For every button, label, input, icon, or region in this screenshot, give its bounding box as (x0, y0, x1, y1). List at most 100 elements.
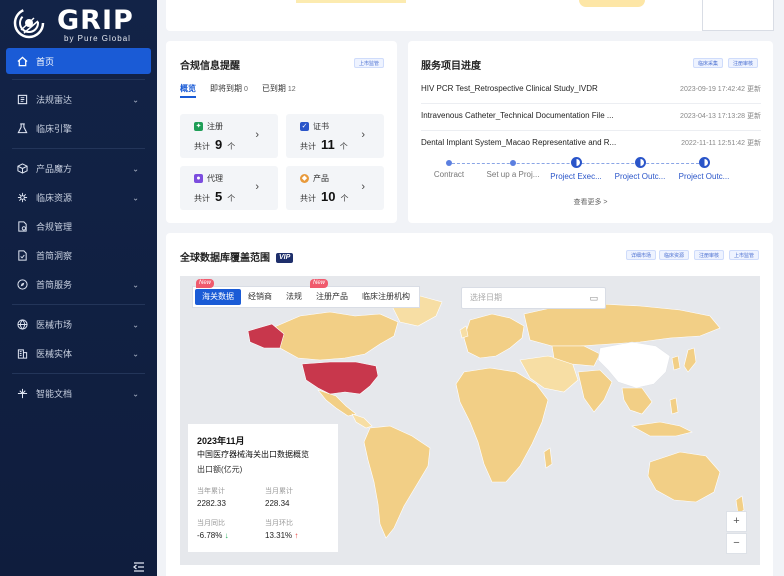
tile-label: 产品 (313, 174, 329, 183)
sidebar-item-clinical-resources[interactable]: 临床资源 ⌄ (0, 183, 157, 212)
tile-count: 11 (321, 137, 335, 152)
sidebar-item-device-market[interactable]: 医械市场 ⌄ (0, 310, 157, 339)
map-region-uk (459, 325, 469, 339)
map-region-europe (463, 313, 525, 359)
insight-icon (16, 250, 28, 262)
world-coverage-map[interactable]: New 海关数据 经销商 法规 New 注册产品 临床注册机构 选择日期 ▭ 202… (180, 276, 760, 565)
project-name[interactable]: Intravenous Catheter_Technical Documenta… (421, 111, 614, 125)
panel-title: 2023年11月 (197, 436, 245, 446)
project-name[interactable]: Dental Implant System_Macao Representati… (421, 138, 616, 152)
chevron-down-icon: ⌄ (132, 164, 139, 173)
sidebar-item-service[interactable]: 首简服务 ⌄ (0, 270, 157, 299)
banner-button[interactable] (579, 0, 645, 7)
map-region-central-america (351, 413, 373, 429)
grip-logo-icon (13, 7, 45, 39)
tab-expiring-soon[interactable]: 即将到期 0 (210, 83, 248, 94)
market-supervision-button[interactable]: 上市监管 (354, 58, 385, 68)
step-dot (634, 157, 646, 168)
arrow-up-icon: ↑ (294, 531, 299, 540)
panel-subtitle: 中国医疗器械海关出口数据概览 (197, 450, 309, 459)
progress-step[interactable]: Project Exec... (541, 156, 611, 181)
chevron-right-icon: › (361, 129, 365, 141)
tile-count: 9 (215, 137, 223, 152)
market-supervision-button[interactable]: 上市监管 (729, 250, 760, 260)
view-more-link[interactable]: 查看更多 > (408, 197, 773, 207)
sidebar-item-regulation-radar[interactable]: 法规雷达 ⌄ (0, 85, 157, 114)
banner-box (702, 0, 774, 31)
map-region-russia (523, 303, 721, 347)
tile-product[interactable]: ◆ 产品 共计 10 个 › (286, 166, 384, 210)
card-title: 服务项目进度 (421, 61, 481, 72)
registration-review-button[interactable]: 注册审核 (728, 58, 759, 68)
sidebar-item-label: 首简洞察 (36, 251, 73, 261)
sidebar-item-device-entity[interactable]: 医械实体 ⌄ (0, 339, 157, 368)
divider (12, 373, 145, 374)
ai-document-icon (16, 388, 28, 400)
list-item[interactable]: HIV PCR Test_Retrospective Clinical Stud… (421, 84, 761, 98)
sidebar-item-clinical-engine[interactable]: 临床引擎 (0, 114, 157, 143)
stat-ytd: 当年累计 2282.33 (197, 488, 226, 508)
tab-expired[interactable]: 已到期 12 (262, 83, 296, 94)
step-dot (510, 160, 516, 166)
document-check-icon (16, 221, 28, 233)
map-region-south-america (363, 425, 431, 539)
map-region-philippines (669, 397, 679, 415)
tab-overview[interactable]: 概览 (180, 83, 196, 98)
map-region-canada (271, 311, 399, 361)
map-region-southeast-asia (621, 387, 653, 415)
tab-regulations[interactable]: 法规 (279, 289, 309, 305)
step-label: Project Outc... (614, 172, 666, 181)
progress-step[interactable]: Project Outc... (605, 156, 675, 181)
progress-step[interactable]: Set up a Proj... (478, 156, 548, 179)
tab-distributors[interactable]: 经销商 (241, 289, 279, 305)
grip-logo[interactable]: GRIP by Pure Global (12, 6, 147, 43)
vip-badge: VIP (276, 253, 294, 264)
step-label: Contract (433, 170, 465, 179)
tile-label: 注册 (207, 122, 223, 131)
progress-step[interactable]: Contract (414, 156, 484, 179)
map-region-africa (455, 367, 549, 483)
market-detail-button[interactable]: 详细市场 (626, 250, 657, 260)
chevron-down-icon: ⌄ (132, 280, 139, 289)
tab-registered-products[interactable]: New 注册产品 (309, 279, 355, 305)
sidebar: GRIP by Pure Global 首页 法规雷达 ⌄ 临床引擎 产品魔方 … (0, 0, 157, 576)
global-database-card: 全球数据库覆盖范围 VIP 详细市场 临床资源 注册审核 上市监管 New 海关… (166, 233, 773, 576)
chevron-down-icon: ⌄ (132, 193, 139, 202)
sidebar-item-home[interactable]: 首页 (6, 48, 151, 74)
zoom-out-button[interactable]: − (726, 533, 747, 554)
clinical-resource-button[interactable]: 临床资源 (659, 250, 690, 260)
clinical-collection-button[interactable]: 临床采集 (693, 58, 724, 68)
new-badge: New (196, 279, 215, 288)
progress-step[interactable]: Project Outc... (669, 156, 739, 181)
project-updated: 2022-11-11 12:51:42 更新 (681, 140, 761, 147)
tile-registration[interactable]: ✦ 注册 共计 9 个 › (180, 114, 278, 158)
tile-agent[interactable]: ● 代理 共计 5 个 › (180, 166, 278, 210)
sidebar-item-insight[interactable]: 首简洞察 (0, 241, 157, 270)
tile-count: 10 (321, 189, 336, 204)
tile-certificate[interactable]: ✓ 证书 共计 11 个 › (286, 114, 384, 158)
home-icon (16, 55, 28, 67)
collapse-sidebar-icon[interactable] (132, 562, 145, 572)
list-item[interactable]: Intravenous Catheter_Technical Documenta… (421, 111, 761, 125)
map-region-japan (683, 347, 697, 373)
map-region-india (577, 369, 613, 413)
step-label: Project Outc... (678, 172, 730, 181)
project-name[interactable]: HIV PCR Test_Retrospective Clinical Stud… (421, 84, 598, 98)
registration-review-button[interactable]: 注册审核 (694, 250, 725, 260)
map-region-madagascar (543, 447, 553, 469)
list-item[interactable]: Dental Implant System_Macao Representati… (421, 138, 761, 152)
project-updated: 2023-04-13 17:13:28 更新 (680, 113, 761, 120)
sidebar-item-product-cube[interactable]: 产品魔方 ⌄ (0, 154, 157, 183)
building-icon (16, 348, 28, 360)
sidebar-item-smart-docs[interactable]: 智能文档 ⌄ (0, 379, 157, 408)
tab-customs-data[interactable]: New 海关数据 (195, 279, 241, 305)
pin-icon: ✦ (194, 122, 203, 131)
sidebar-item-compliance-management[interactable]: 合规管理 (0, 212, 157, 241)
certificate-icon: ✓ (300, 122, 309, 131)
zoom-in-button[interactable]: + (726, 511, 747, 532)
chevron-right-icon: › (255, 181, 259, 193)
date-picker-input[interactable]: 选择日期 ▭ (461, 287, 606, 309)
top-banner-strip (166, 0, 774, 31)
globe-icon (16, 319, 28, 331)
tab-clinical-institutions[interactable]: 临床注册机构 (355, 289, 417, 305)
